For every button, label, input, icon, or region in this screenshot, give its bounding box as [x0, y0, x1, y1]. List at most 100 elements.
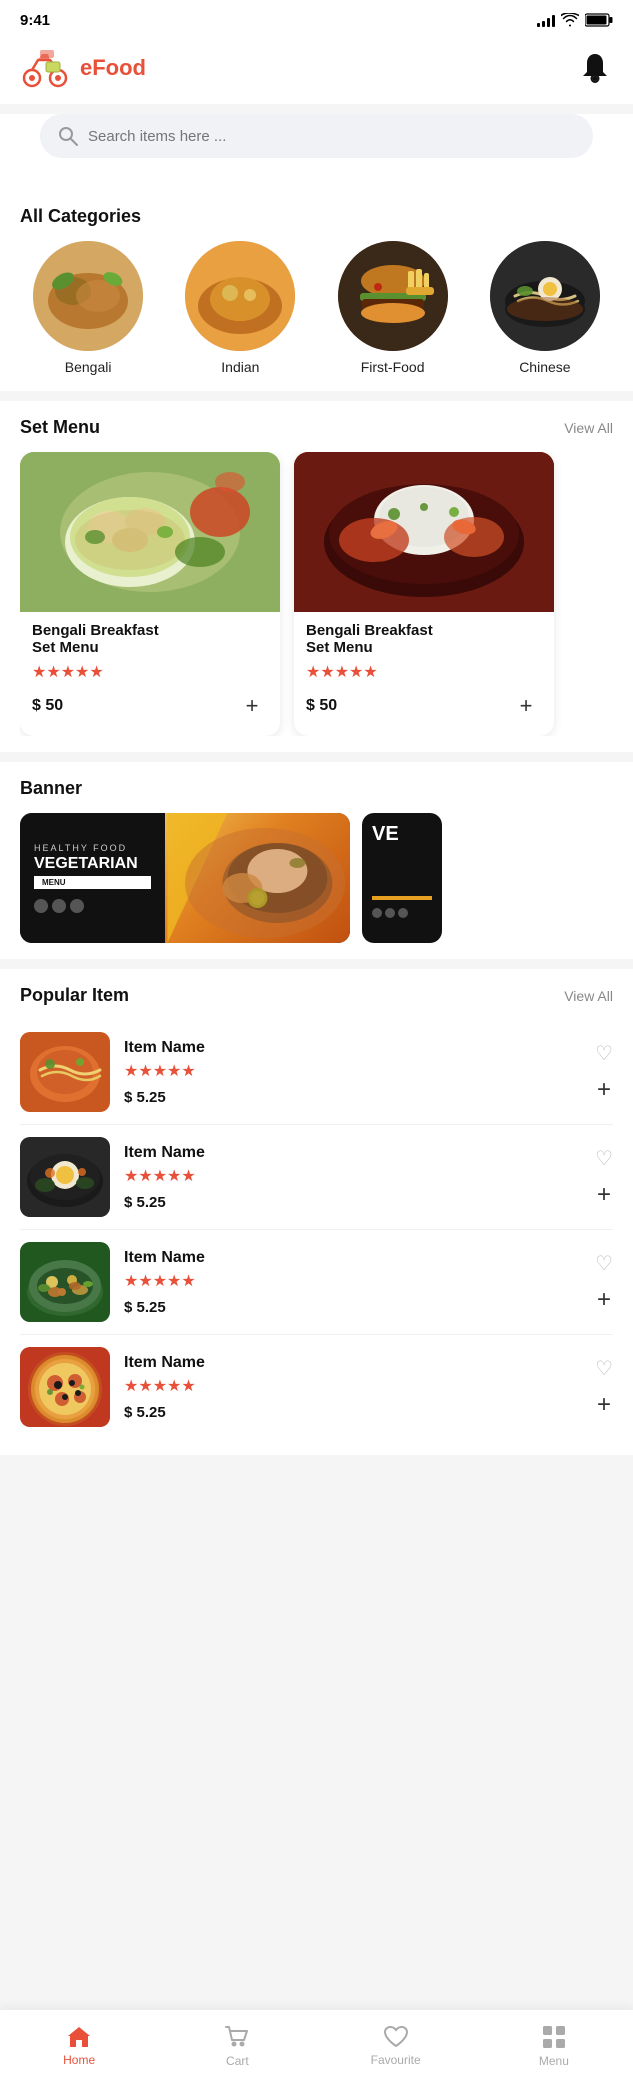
popular-title: Popular Item: [20, 985, 129, 1006]
popular-item-3-actions: ♡ +: [595, 1356, 613, 1419]
wifi-icon: [561, 13, 579, 27]
status-time: 9:41: [20, 12, 50, 29]
set-menu-header: Set Menu View All: [20, 417, 613, 438]
category-chinese[interactable]: Chinese: [490, 241, 600, 375]
banner-card-1-social: [372, 908, 432, 918]
popular-item-3-img: [20, 1347, 110, 1427]
popular-item-3-stars: ★★★★★: [124, 1376, 581, 1396]
banner-card-0-text: HEALTHY FOOD VEGETARIAN MENU: [20, 813, 165, 943]
popular-item-0: Item Name ★★★★★ $ 5.25 ♡ +: [20, 1020, 613, 1125]
nav-cart[interactable]: Cart: [207, 2024, 267, 2068]
twitter-icon: [52, 899, 66, 913]
categories-row: Bengali Indian: [20, 241, 613, 375]
facebook-icon: [34, 899, 48, 913]
popular-item-1-img: [20, 1137, 110, 1217]
set-menu-card-1-add-button[interactable]: +: [510, 690, 542, 722]
set-menu-card-0-img: [20, 452, 280, 612]
app-name: eFood: [80, 55, 146, 81]
popular-item-2-name: Item Name: [124, 1249, 581, 1267]
set-menu-view-all[interactable]: View All: [564, 420, 613, 436]
popular-item-1-info: Item Name ★★★★★ $ 5.25: [124, 1144, 581, 1211]
popular-item-2-favourite-button[interactable]: ♡: [595, 1251, 613, 1276]
set-menu-card-0-footer: $ 50 +: [20, 690, 280, 722]
category-bengali[interactable]: Bengali: [33, 241, 143, 375]
set-menu-card-1-footer: $ 50 +: [294, 690, 554, 722]
popular-item-0-stars: ★★★★★: [124, 1061, 581, 1081]
popular-item-0-favourite-button[interactable]: ♡: [595, 1041, 613, 1066]
cart-icon: [224, 2024, 250, 2050]
battery-icon: [585, 13, 613, 27]
popular-item-1-stars: ★★★★★: [124, 1166, 581, 1186]
search-bar[interactable]: [40, 114, 593, 158]
nav-favourite[interactable]: Favourite: [366, 2025, 426, 2067]
nav-home[interactable]: Home: [49, 2025, 109, 2067]
category-bengali-label: Bengali: [65, 359, 112, 375]
set-menu-card-1[interactable]: Bengali BreakfastSet Menu ★★★★★ $ 50 +: [294, 452, 554, 736]
heart-nav-icon: [383, 2025, 409, 2049]
set-menu-card-1-stars: ★★★★★: [306, 662, 542, 682]
popular-item-1-favourite-button[interactable]: ♡: [595, 1146, 613, 1171]
popular-item-2: Item Name ★★★★★ $ 5.25 ♡ +: [20, 1230, 613, 1335]
banner-card-1-text: VE: [362, 813, 442, 928]
categories-title: All Categories: [20, 206, 613, 227]
category-chinese-label: Chinese: [519, 359, 570, 375]
fb-icon-small: [372, 908, 382, 918]
popular-item-0-actions: ♡ +: [595, 1041, 613, 1104]
banner-card-1-stripe: [372, 896, 432, 900]
popular-item-2-add-button[interactable]: +: [597, 1286, 611, 1314]
set-menu-card-0-add-button[interactable]: +: [236, 690, 268, 722]
popular-section: Popular Item View All Item Name ★★★★★ $ …: [0, 969, 633, 1455]
popular-item-2-info: Item Name ★★★★★ $ 5.25: [124, 1249, 581, 1316]
popular-view-all[interactable]: View All: [564, 988, 613, 1004]
bottom-nav: Home Cart Favourite Menu: [0, 2009, 633, 2081]
banner-card-0[interactable]: HEALTHY FOOD VEGETARIAN MENU: [20, 813, 350, 943]
menu-grid-icon: [541, 2024, 567, 2050]
set-menu-card-0-stars: ★★★★★: [32, 662, 268, 682]
popular-item-1-add-button[interactable]: +: [597, 1181, 611, 1209]
banner-menu-text: MENU: [34, 876, 151, 889]
nav-favourite-label: Favourite: [371, 2053, 421, 2067]
popular-item-3-info: Item Name ★★★★★ $ 5.25: [124, 1354, 581, 1421]
popular-item-3-add-button[interactable]: +: [597, 1391, 611, 1419]
banner-row: HEALTHY FOOD VEGETARIAN MENU: [20, 813, 613, 943]
popular-item-0-price: $ 5.25: [124, 1089, 581, 1106]
banner-social-icons: [34, 899, 151, 913]
search-icon: [58, 126, 78, 146]
popular-item-2-img: [20, 1242, 110, 1322]
banner-card-0-content: HEALTHY FOOD VEGETARIAN MENU: [20, 813, 350, 943]
popular-item-0-add-button[interactable]: +: [597, 1076, 611, 1104]
popular-item-1-actions: ♡ +: [595, 1146, 613, 1209]
set-menu-card-1-body: Bengali BreakfastSet Menu ★★★★★: [294, 612, 554, 682]
banner-title: Banner: [20, 778, 613, 799]
category-indian-label: Indian: [221, 359, 259, 375]
popular-item-3-name: Item Name: [124, 1354, 581, 1372]
logo-area: eFood: [20, 46, 146, 90]
category-indian[interactable]: Indian: [185, 241, 295, 375]
banner-card-0-image: [165, 813, 350, 943]
set-menu-card-1-img: [294, 452, 554, 612]
home-icon: [66, 2025, 92, 2049]
categories-section: All Categories Bengali: [0, 190, 633, 391]
category-bengali-img: [33, 241, 143, 351]
set-menu-card-0-name: Bengali BreakfastSet Menu: [32, 622, 268, 656]
category-chinese-img: [490, 241, 600, 351]
tw-icon-small: [385, 908, 395, 918]
search-input[interactable]: [88, 128, 575, 145]
popular-item-3-favourite-button[interactable]: ♡: [595, 1356, 613, 1381]
set-menu-title: Set Menu: [20, 417, 100, 438]
popular-item-2-actions: ♡ +: [595, 1251, 613, 1314]
banner-veg-text: VEGETARIAN: [34, 855, 151, 873]
header: eFood: [0, 36, 633, 104]
status-bar: 9:41: [0, 0, 633, 36]
status-icons: [537, 13, 613, 27]
set-menu-card-0[interactable]: Bengali BreakfastSet Menu ★★★★★ $ 50 +: [20, 452, 280, 736]
nav-menu[interactable]: Menu: [524, 2024, 584, 2068]
popular-item-3: Item Name ★★★★★ $ 5.25 ♡ +: [20, 1335, 613, 1439]
nav-menu-label: Menu: [539, 2054, 569, 2068]
set-menu-cards: Bengali BreakfastSet Menu ★★★★★ $ 50 +: [20, 452, 613, 736]
notification-bell-button[interactable]: [577, 50, 613, 86]
category-fastfood-img: [338, 241, 448, 351]
category-fastfood[interactable]: First-Food: [338, 241, 448, 375]
banner-card-1[interactable]: VE: [362, 813, 442, 943]
popular-item-0-name: Item Name: [124, 1039, 581, 1057]
